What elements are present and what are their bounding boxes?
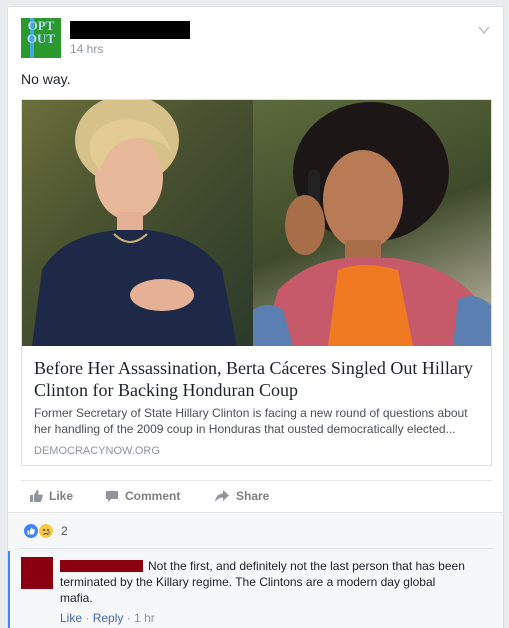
like-button[interactable]: Like <box>29 489 73 503</box>
comment-highlight-bar <box>8 551 10 628</box>
post-text: No way. <box>21 71 71 87</box>
link-preview-image[interactable] <box>22 100 491 346</box>
comment-button[interactable]: Comment <box>105 489 180 503</box>
reactions-summary[interactable]: 2 <box>23 523 68 539</box>
comment-time[interactable]: 1 hr <box>134 611 155 625</box>
chevron-down-icon[interactable] <box>477 23 491 37</box>
photo-right-figure <box>253 102 491 346</box>
comment-label: Comment <box>125 489 181 503</box>
comment-like-link[interactable]: Like <box>60 611 82 625</box>
link-description: Former Secretary of State Hillary Clinto… <box>34 406 468 436</box>
comment-meta-separator: · <box>85 611 90 625</box>
share-arrow-icon <box>215 490 229 502</box>
share-label: Share <box>236 489 270 503</box>
like-label: Like <box>49 489 74 503</box>
avatar-logo-line2: OUT <box>26 31 56 46</box>
page-avatar[interactable]: OPT OUT <box>21 18 61 58</box>
link-preview[interactable]: Before Her Assassination, Berta Cáceres … <box>21 99 492 466</box>
commenter-name-redacted <box>60 560 143 572</box>
commenter-avatar-redacted[interactable] <box>21 557 53 589</box>
share-button[interactable]: Share <box>214 489 269 503</box>
comment-reply-link[interactable]: Reply <box>93 611 124 625</box>
post-timestamp[interactable]: 14 hrs <box>70 42 103 56</box>
redacted-author-name <box>70 21 190 39</box>
sad-reaction-icon <box>38 523 54 539</box>
comment-meta: Like · Reply · 1 hr <box>60 611 155 625</box>
like-reaction-icon <box>23 523 39 539</box>
comment-bubble-icon <box>106 491 118 502</box>
link-domain: DEMOCRACYNOW.ORG <box>34 445 160 457</box>
reaction-count: 2 <box>61 524 68 538</box>
photo-right <box>253 100 491 346</box>
post-actions-bar: Like Comment Share <box>21 480 492 506</box>
comment-divider <box>20 548 493 549</box>
comments-section: 2 Not the first, and definitely not the … <box>8 512 503 628</box>
photo-left <box>22 100 253 346</box>
photo-left-figure <box>32 100 237 346</box>
avatar-logo-text: OPT OUT <box>21 19 61 45</box>
thumbs-up-icon <box>30 490 43 502</box>
post-card: OPT OUT 14 hrs No way. Before Her Assass… <box>7 6 504 628</box>
link-title[interactable]: Before Her Assassination, Berta Cáceres … <box>34 357 479 401</box>
comment-meta-separator-2: · <box>126 611 131 625</box>
